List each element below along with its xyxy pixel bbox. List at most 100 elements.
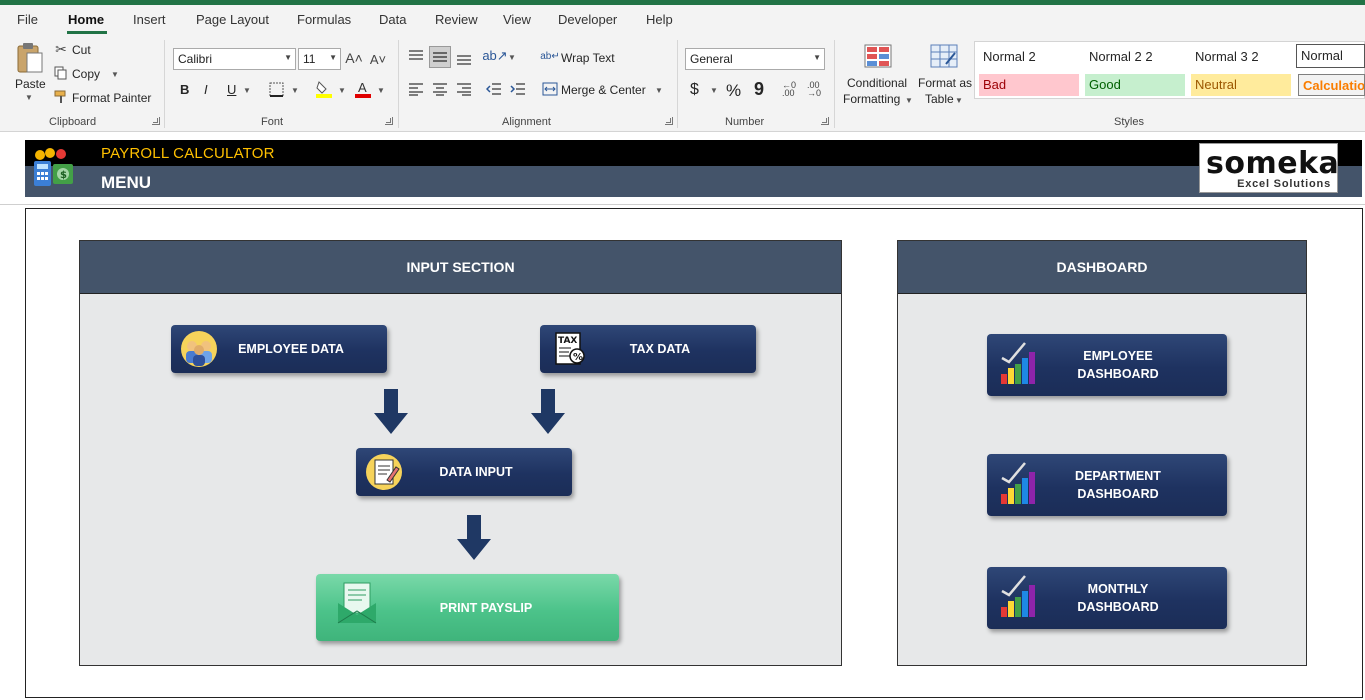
align-center-icon[interactable] [432, 81, 448, 97]
alignment-launcher-icon[interactable] [665, 117, 673, 125]
increase-indent-icon[interactable] [510, 81, 526, 97]
style-calculation[interactable]: Calculation [1298, 74, 1365, 96]
underline-dropdown-icon[interactable]: ▼ [243, 86, 251, 95]
group-divider [677, 40, 678, 128]
format-as-table-dropdown-icon[interactable]: ▼ [955, 96, 963, 105]
format-painter-button[interactable]: Format Painter [72, 91, 151, 105]
tab-data[interactable]: Data [379, 12, 406, 27]
style-bad[interactable]: Bad [979, 74, 1079, 96]
number-launcher-icon[interactable] [821, 117, 829, 125]
comma-style-button[interactable]: 9 [754, 79, 764, 100]
input-section-heading: INPUT SECTION [80, 241, 841, 294]
tab-page-layout[interactable]: Page Layout [196, 12, 269, 27]
decrease-indent-icon[interactable] [486, 81, 502, 97]
wrap-text-icon[interactable]: ab↵ [540, 48, 560, 64]
style-label: Normal 3 2 [1195, 49, 1259, 64]
fill-color-dropdown-icon[interactable]: ▼ [338, 86, 346, 95]
tab-file[interactable]: File [17, 12, 38, 27]
dashboard-heading: DASHBOARD [898, 241, 1306, 294]
tab-home[interactable]: Home [68, 12, 104, 27]
increase-font-icon[interactable]: A˄ [345, 49, 363, 67]
decrease-font-icon[interactable]: A˅ [369, 50, 387, 68]
chevron-down-icon: ▼ [284, 53, 292, 62]
monthly-dashboard-button[interactable]: MONTHLY DASHBOARD [987, 567, 1227, 629]
style-good[interactable]: Good [1085, 74, 1185, 96]
format-painter-icon[interactable] [54, 90, 68, 104]
font-size-select[interactable]: 11 ▼ [298, 48, 341, 70]
font-color-dropdown-icon[interactable]: ▼ [377, 86, 385, 95]
borders-dropdown-icon[interactable]: ▼ [291, 86, 299, 95]
merge-center-button[interactable]: Merge & Center [561, 83, 646, 97]
department-dashboard-label-line1: DEPARTMENT [1075, 469, 1161, 483]
paste-dropdown-icon[interactable]: ▼ [25, 93, 33, 102]
decrease-decimal-icon[interactable]: .00 →0 [804, 80, 824, 98]
tab-formulas[interactable]: Formulas [297, 12, 351, 27]
arrow-down-icon [374, 389, 408, 434]
align-left-icon[interactable] [408, 81, 424, 97]
percent-button[interactable]: % [726, 81, 741, 101]
paste-icon[interactable] [14, 41, 46, 75]
cut-icon[interactable]: ✂ [54, 41, 68, 57]
bold-button[interactable]: B [180, 82, 189, 97]
payroll-app-icon: $ [31, 147, 75, 189]
font-launcher-icon[interactable] [385, 117, 393, 125]
conditional-formatting-line1[interactable]: Conditional [847, 76, 907, 90]
merge-center-icon[interactable] [542, 81, 558, 97]
conditional-formatting-dropdown-icon[interactable]: ▼ [905, 96, 913, 105]
department-dashboard-button[interactable]: DEPARTMENT DASHBOARD [987, 454, 1227, 516]
cut-button[interactable]: Cut [72, 43, 91, 57]
tax-data-button[interactable]: TAX % TAX DATA [540, 325, 756, 373]
style-label: Normal 2 [983, 49, 1036, 64]
copy-dropdown-icon[interactable]: ▼ [111, 70, 119, 79]
align-right-icon[interactable] [456, 81, 472, 97]
underline-button[interactable]: U [227, 82, 236, 97]
print-payslip-button[interactable]: PRINT PAYSLIP [316, 574, 619, 641]
style-neutral[interactable]: Neutral [1191, 74, 1291, 96]
fill-color-icon[interactable] [315, 79, 333, 99]
style-normal-3-2[interactable]: Normal 3 2 [1191, 46, 1291, 68]
merge-dropdown-icon[interactable]: ▼ [655, 86, 663, 95]
conditional-formatting-line2[interactable]: Formatting [843, 92, 900, 106]
copy-icon[interactable] [54, 66, 68, 80]
format-as-table-line1[interactable]: Format as [918, 76, 972, 90]
tab-view[interactable]: View [503, 12, 531, 27]
italic-button[interactable]: I [204, 82, 208, 97]
tax-data-label: TAX DATA [629, 342, 691, 356]
style-normal[interactable]: Normal [1296, 44, 1365, 68]
department-dashboard-label-line2: DASHBOARD [1077, 487, 1159, 501]
number-format-select[interactable]: General ▼ [685, 48, 825, 70]
employee-dashboard-button[interactable]: EMPLOYEE DASHBOARD [987, 334, 1227, 396]
ribbon: Paste ▼ ✂ Cut Copy ▼ Format Painter Clip… [0, 35, 1365, 132]
group-divider [164, 40, 165, 128]
currency-button[interactable]: $ [690, 81, 699, 99]
tab-developer[interactable]: Developer [558, 12, 617, 27]
copy-button[interactable]: Copy [72, 67, 100, 81]
bar-chart-icon [999, 573, 1039, 619]
align-middle-icon[interactable] [429, 46, 451, 68]
format-as-table-icon[interactable] [929, 43, 959, 69]
paste-button[interactable]: Paste [15, 77, 46, 91]
conditional-formatting-icon[interactable] [863, 43, 893, 69]
orientation-icon[interactable]: ab↗ [482, 48, 507, 64]
data-input-button[interactable]: DATA INPUT [356, 448, 572, 496]
orientation-dropdown-icon[interactable]: ▼ [508, 53, 516, 62]
tab-review[interactable]: Review [435, 12, 478, 27]
tab-help[interactable]: Help [646, 12, 673, 27]
font-color-icon[interactable]: A [354, 79, 372, 99]
style-label: Bad [983, 77, 1007, 92]
style-normal-2-2[interactable]: Normal 2 2 [1085, 46, 1185, 68]
tab-insert[interactable]: Insert [133, 12, 166, 27]
number-group-label: Number [725, 116, 765, 128]
increase-decimal-icon[interactable]: ←0.00 [779, 80, 799, 98]
dashboard-heading-text: DASHBOARD [1056, 259, 1148, 275]
font-name-select[interactable]: Calibri ▼ [173, 48, 296, 70]
employee-data-button[interactable]: EMPLOYEE DATA [171, 325, 387, 373]
wrap-text-button[interactable]: Wrap Text [561, 51, 615, 65]
currency-dropdown-icon[interactable]: ▼ [710, 86, 718, 95]
format-as-table-line2[interactable]: Table [925, 92, 954, 106]
clipboard-launcher-icon[interactable] [152, 117, 160, 125]
borders-icon[interactable] [268, 81, 284, 97]
align-bottom-icon[interactable] [456, 50, 472, 66]
style-normal-2[interactable]: Normal 2 [979, 46, 1079, 68]
align-top-icon[interactable] [408, 48, 424, 64]
